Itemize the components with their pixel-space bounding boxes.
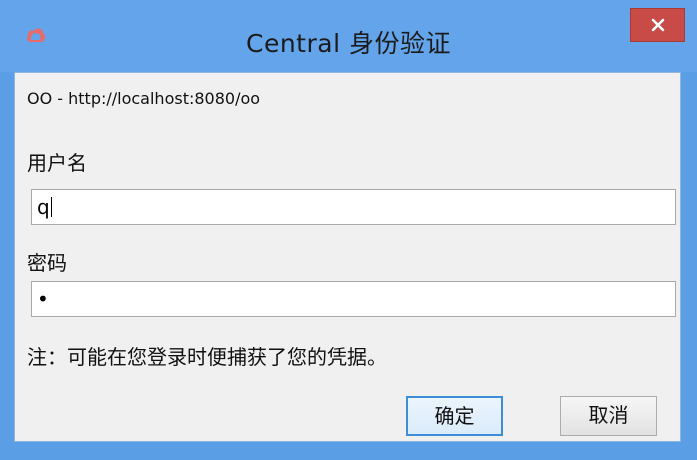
- close-icon: [651, 18, 664, 32]
- credential-note: 注：可能在您登录时便捕获了您的凭据。: [27, 345, 387, 369]
- auth-dialog-window: Central 身份验证 OO - http://localhost:8080/…: [0, 0, 697, 460]
- text-caret: [50, 197, 52, 217]
- password-value: •: [37, 287, 49, 311]
- title-bar[interactable]: Central 身份验证: [0, 0, 697, 72]
- username-label: 用户名: [27, 151, 87, 175]
- password-field[interactable]: •: [31, 281, 676, 317]
- username-value: q: [37, 195, 50, 219]
- close-button[interactable]: [630, 8, 685, 42]
- server-info: OO - http://localhost:8080/oo: [27, 89, 261, 108]
- cancel-button[interactable]: 取消: [560, 396, 657, 436]
- username-field[interactable]: q: [31, 189, 676, 225]
- window-title: Central 身份验证: [246, 29, 451, 58]
- ok-button[interactable]: 确定: [406, 396, 503, 436]
- password-label: 密码: [27, 251, 67, 275]
- dialog-body: OO - http://localhost:8080/oo 用户名 q 密码 •…: [14, 72, 681, 442]
